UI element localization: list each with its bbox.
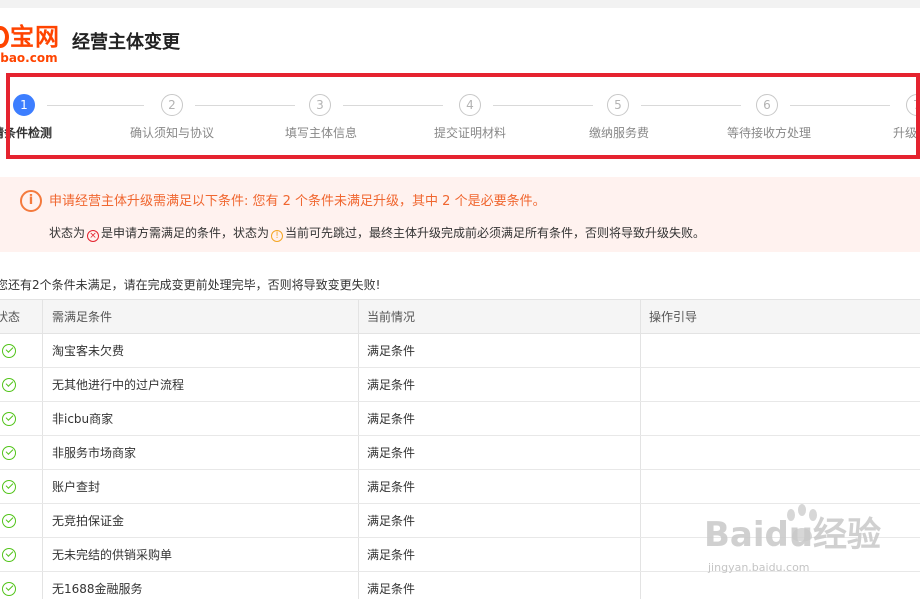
condition-cell: 非服务市场商家 — [42, 436, 358, 469]
header-state: 当前情况 — [358, 300, 640, 333]
state-cell: 满足条件 — [358, 334, 640, 367]
state-cell: 满足条件 — [358, 368, 640, 401]
table-row: 非icbu商家 满足条件 — [0, 402, 920, 436]
guide-cell — [640, 402, 920, 435]
watermark-text: Baidu经验 — [704, 515, 882, 555]
notice-title: 申请经营主体升级需满足以下条件: 您有 2 个条件未满足升级，其中 2 个是必要… — [49, 194, 546, 209]
state-cell: 满足条件 — [358, 572, 640, 599]
check-circle-icon — [2, 514, 16, 528]
header-condition: 需满足条件 — [42, 300, 358, 333]
guide-cell — [640, 470, 920, 503]
check-circle-icon — [2, 344, 16, 358]
notice-description: 状态为 × 是申请方需满足的条件，状态为! 当前可先跳过，最终主体升级完成前必须满足所… — [49, 224, 705, 242]
state-cell: 满足条件 — [358, 470, 640, 503]
table-header: 状态 需满足条件 当前情况 操作引导 — [0, 300, 920, 334]
highlight-frame — [6, 73, 920, 159]
logo-text: 宝网 — [10, 23, 60, 51]
check-circle-icon — [2, 582, 16, 596]
guide-cell — [640, 368, 920, 401]
check-circle-icon — [2, 480, 16, 494]
condition-cell: 无1688金融服务 — [42, 572, 358, 599]
state-cell: 满足条件 — [358, 436, 640, 469]
condition-cell: 无未完结的供销采购单 — [42, 538, 358, 571]
state-cell: 满足条件 — [358, 504, 640, 537]
taobao-logo[interactable]: 宝网 obao.com — [0, 22, 64, 66]
logo-ring-icon — [0, 26, 9, 48]
logo-domain: obao.com — [0, 51, 58, 65]
watermark-url: jingyan.baidu.com — [708, 561, 810, 574]
table-row: 无其他进行中的过户流程 满足条件 — [0, 368, 920, 402]
warning-status-icon: ! — [271, 230, 284, 242]
baidu-watermark: Baidu经验 jingyan.baidu.com — [704, 503, 914, 595]
unmet-summary: 您还有2个条件未满足，请在完成变更前处理完毕，否则将导致变更失败! — [0, 278, 381, 292]
notice-desc-prefix: 状态为 — [49, 226, 86, 240]
error-status-icon: × — [87, 230, 100, 242]
top-bar — [0, 0, 920, 8]
check-circle-icon — [2, 378, 16, 392]
page-title: 经营主体变更 — [72, 32, 180, 53]
condition-cell: 非icbu商家 — [42, 402, 358, 435]
notice-desc-mid1: 是申请方需满足的条件，状态为 — [101, 226, 270, 240]
state-cell: 满足条件 — [358, 538, 640, 571]
condition-cell: 账户查封 — [42, 470, 358, 503]
table-row: 淘宝客未欠费 满足条件 — [0, 334, 920, 368]
check-circle-icon — [2, 446, 16, 460]
notice-desc-mid2: 当前可先跳过，最终主体升级完成前必须满足所有条件，否则将导致升级失败。 — [285, 226, 706, 240]
condition-cell: 无竞拍保证金 — [42, 504, 358, 537]
header-guide: 操作引导 — [640, 300, 920, 333]
table-row: 非服务市场商家 满足条件 — [0, 436, 920, 470]
condition-cell: 淘宝客未欠费 — [42, 334, 358, 367]
check-circle-icon — [2, 548, 16, 562]
condition-cell: 无其他进行中的过户流程 — [42, 368, 358, 401]
header-status: 状态 — [0, 310, 21, 324]
guide-cell — [640, 334, 920, 367]
info-icon: i — [20, 190, 42, 212]
guide-cell — [640, 436, 920, 469]
state-cell: 满足条件 — [358, 402, 640, 435]
table-row: 账户查封 满足条件 — [0, 470, 920, 504]
check-circle-icon — [2, 412, 16, 426]
